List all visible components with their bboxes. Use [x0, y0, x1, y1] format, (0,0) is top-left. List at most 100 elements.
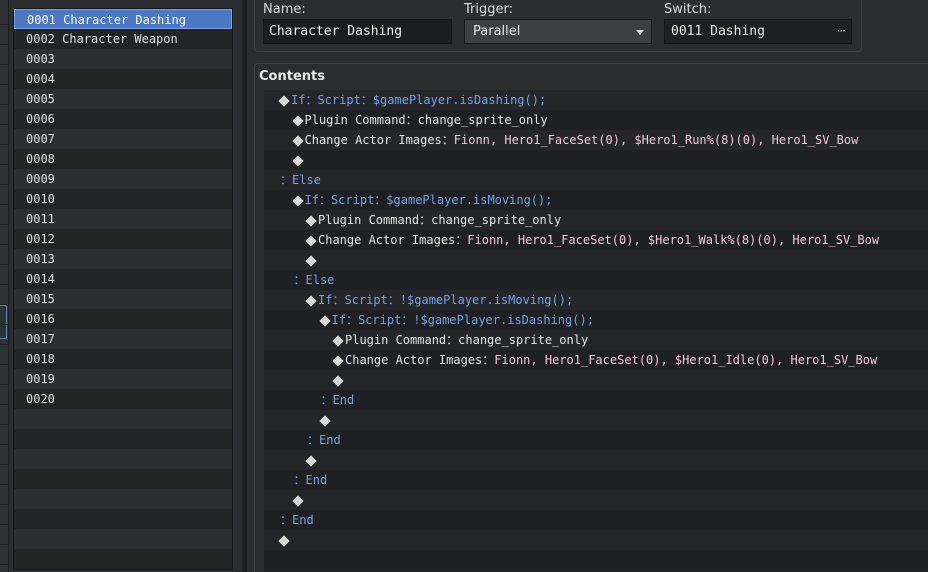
- command-line[interactable]: If：Script：$gamePlayer.isDashing();: [264, 90, 928, 110]
- event-list-item[interactable]: 0015: [14, 289, 232, 309]
- event-list-item[interactable]: [14, 529, 232, 549]
- event-list-item[interactable]: 0006: [14, 109, 232, 129]
- event-list-item[interactable]: 0009: [14, 169, 232, 189]
- event-list-item[interactable]: [14, 509, 232, 529]
- command-line[interactable]: Plugin Command：change_sprite_only: [264, 210, 928, 230]
- left-edge-divider: [0, 244, 8, 245]
- event-list-item[interactable]: 0010: [14, 189, 232, 209]
- command-line[interactable]: If：Script：!$gamePlayer.isMoving();: [264, 290, 928, 310]
- diamond-bullet-icon: [318, 415, 331, 427]
- command-text: If：Script：!$gamePlayer.isDashing();: [331, 313, 594, 327]
- event-list-item[interactable]: 0007: [14, 129, 232, 149]
- event-list-item[interactable]: [14, 409, 232, 429]
- command-text: Plugin Command：: [345, 333, 459, 347]
- diamond-bullet-icon: [291, 115, 304, 127]
- trigger-value: Parallel: [473, 24, 521, 39]
- event-list-item[interactable]: 0016: [14, 309, 232, 329]
- command-text: Fionn, Hero1_FaceSet(0), $Hero1_Walk%(8)…: [467, 233, 880, 247]
- command-line[interactable]: [264, 250, 928, 270]
- command-text: ：End: [280, 513, 314, 527]
- diamond-bullet-icon: [318, 315, 331, 327]
- event-list-item[interactable]: 0014: [14, 269, 232, 289]
- event-list-item[interactable]: 0002 Character Weapon: [14, 29, 232, 49]
- left-edge-divider: [0, 264, 8, 265]
- command-line[interactable]: ：End: [264, 430, 928, 450]
- command-line[interactable]: [264, 450, 928, 470]
- event-list-item[interactable]: 0019: [14, 369, 232, 389]
- command-line[interactable]: [264, 150, 928, 170]
- left-edge-divider: [0, 24, 8, 25]
- splitter[interactable]: [242, 0, 247, 572]
- switch-label: Switch:: [664, 2, 712, 17]
- command-text: Fionn, Hero1_FaceSet(0), $Hero1_Idle(0),…: [494, 353, 878, 367]
- event-list-item[interactable]: [14, 489, 232, 509]
- command-line[interactable]: ：End: [264, 510, 928, 530]
- event-list-item[interactable]: 0008: [14, 149, 232, 169]
- command-line[interactable]: [264, 530, 928, 550]
- diamond-bullet-icon: [332, 375, 344, 387]
- trigger-select[interactable]: Parallel: [464, 19, 652, 44]
- event-list-item[interactable]: 0017: [14, 329, 232, 349]
- diamond-bullet-icon: [291, 495, 304, 507]
- command-line[interactable]: ：Else: [264, 270, 928, 290]
- left-edge-divider: [0, 464, 8, 465]
- command-line[interactable]: If：Script：!$gamePlayer.isDashing();: [264, 310, 928, 330]
- left-edge-divider: [0, 44, 8, 45]
- event-list-item[interactable]: 0003: [14, 49, 232, 69]
- command-line[interactable]: [264, 370, 928, 390]
- event-list-item[interactable]: 0011: [14, 209, 232, 229]
- command-line[interactable]: [264, 490, 928, 510]
- left-edge-divider: [0, 164, 8, 165]
- event-list[interactable]: 0001 Character Dashing 0002 Character Wea…: [13, 8, 233, 570]
- command-line[interactable]: [264, 550, 928, 570]
- event-list-item[interactable]: [14, 469, 232, 489]
- command-text: Change Actor Images：: [345, 353, 495, 367]
- left-edge-divider: [0, 84, 8, 85]
- event-list-item[interactable]: 0001 Character Dashing: [14, 9, 232, 29]
- command-line[interactable]: Change Actor Images：Fionn, Hero1_FaceSet…: [264, 130, 928, 150]
- left-edge-divider: [0, 444, 8, 445]
- diamond-bullet-icon: [278, 535, 290, 547]
- name-label: Name:: [263, 2, 306, 17]
- command-text: Change Actor Images：: [304, 133, 454, 147]
- command-line[interactable]: ：Else: [264, 170, 928, 190]
- left-edge-divider: [0, 364, 8, 365]
- command-line[interactable]: ：End: [264, 470, 928, 490]
- command-text: ：End: [293, 473, 328, 487]
- left-edge-divider: [0, 184, 8, 185]
- event-list-item[interactable]: 0005: [14, 89, 232, 109]
- left-edge-divider: [0, 424, 8, 425]
- event-list-item[interactable]: [14, 549, 232, 569]
- left-edge-panel: [0, 0, 9, 572]
- left-edge-divider: [0, 124, 8, 125]
- event-list-item[interactable]: 0018: [14, 349, 232, 369]
- left-edge-divider: [0, 484, 8, 485]
- diamond-bullet-icon: [291, 135, 304, 147]
- diamond-bullet-icon: [305, 235, 317, 247]
- command-line[interactable]: Plugin Command：change_sprite_only: [264, 330, 928, 350]
- event-list-item[interactable]: 0012: [14, 229, 232, 249]
- diamond-bullet-icon: [305, 255, 317, 267]
- left-edge-divider: [0, 224, 8, 225]
- command-line[interactable]: [264, 410, 928, 430]
- switch-field[interactable]: 0011 Dashing ···: [664, 19, 852, 44]
- command-line[interactable]: ：End: [264, 390, 928, 410]
- switch-browse-button[interactable]: ···: [837, 20, 847, 43]
- name-input[interactable]: Character Dashing: [263, 19, 452, 44]
- left-edge-selection: [0, 305, 7, 339]
- diamond-bullet-icon: [278, 95, 290, 107]
- command-text: Fionn, Hero1_FaceSet(0), $Hero1_Run%(8)(…: [453, 133, 859, 147]
- event-command-list[interactable]: If：Script：$gamePlayer.isDashing(); Plugin…: [264, 90, 928, 572]
- command-line[interactable]: Plugin Command：change_sprite_only: [264, 110, 928, 130]
- left-edge-divider: [0, 144, 8, 145]
- event-list-item[interactable]: 0004: [14, 69, 232, 89]
- event-list-item[interactable]: [14, 449, 232, 469]
- command-line[interactable]: If：Script：$gamePlayer.isMoving();: [264, 190, 928, 210]
- event-list-item[interactable]: 0020: [14, 389, 232, 409]
- left-edge-divider: [0, 404, 8, 405]
- event-list-item[interactable]: [14, 429, 232, 449]
- command-line[interactable]: Change Actor Images：Fionn, Hero1_FaceSet…: [264, 230, 928, 250]
- event-list-item[interactable]: 0013: [14, 249, 232, 269]
- command-line[interactable]: Change Actor Images：Fionn, Hero1_FaceSet…: [264, 350, 928, 370]
- command-text: ：End: [307, 433, 341, 447]
